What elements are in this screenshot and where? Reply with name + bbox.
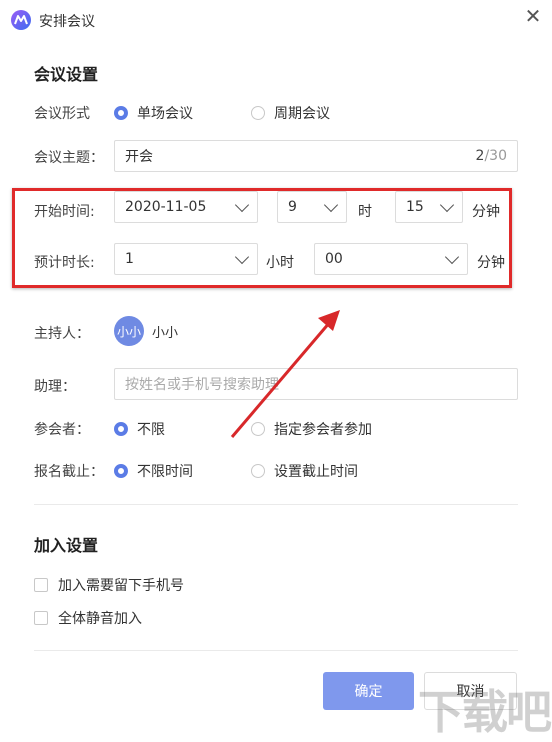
start-minute-select[interactable]: 15 [395,191,463,223]
cancel-button[interactable]: 取消 [424,672,517,710]
radio-participants-specified[interactable]: 指定参会者参加 [251,419,372,439]
checkbox-box [34,611,48,625]
checkbox-box [34,578,48,592]
meeting-type-label: 会议形式 [34,106,90,122]
avatar: 小小 [114,316,144,346]
minutes-unit: 分钟 [477,255,505,271]
section-title-meeting: 会议设置 [34,65,99,84]
topic-label: 会议主题： [34,150,104,166]
radio-single-meeting[interactable]: 单场会议 [114,103,193,123]
radio-dot [114,464,128,478]
radio-deadline-unlimited[interactable]: 不限时间 [114,461,193,481]
chevron-down-icon [439,197,455,212]
window-title: 安排会议 [39,14,95,30]
radio-dot [251,422,265,436]
radio-dot [251,464,265,478]
topic-input[interactable]: 开会 2/30 [114,140,518,172]
close-icon[interactable]: ✕ [522,5,544,27]
host-label: 主持人： [34,326,90,342]
hours-unit: 小时 [266,255,294,271]
radio-dot [114,422,128,436]
divider [34,504,518,505]
deadline-label: 报名截止： [34,464,104,480]
start-time-label: 开始时间: [34,204,95,220]
radio-deadline-custom[interactable]: 设置截止时间 [251,461,358,481]
hour-unit: 时 [358,204,372,220]
confirm-button[interactable]: 确定 [323,672,414,710]
radio-dot [251,106,265,120]
assistant-label: 助理： [34,379,76,395]
section-title-join: 加入设置 [34,536,99,555]
title-bar: 安排会议 ✕ [0,0,552,40]
chevron-down-icon [444,249,460,264]
checkbox-mute-all[interactable]: 全体静音加入 [34,608,142,628]
chevron-down-icon [234,249,250,264]
checkbox-require-phone[interactable]: 加入需要留下手机号 [34,575,184,595]
divider [34,650,518,651]
start-date-select[interactable]: 2020-11-05 [114,191,258,223]
radio-dot [114,106,128,120]
duration-minutes-select[interactable]: 00 [314,243,468,275]
chevron-down-icon [234,197,250,212]
topic-char-count: 2/30 [475,148,507,164]
minute-unit: 分钟 [472,204,500,220]
radio-participants-unlimited[interactable]: 不限 [114,419,165,439]
topic-value: 开会 [125,149,153,165]
host-name: 小小 [152,326,179,341]
duration-hours-select[interactable]: 1 [114,243,258,275]
start-hour-select[interactable]: 9 [277,191,347,223]
radio-recurring-meeting[interactable]: 周期会议 [251,103,330,123]
duration-label: 预计时长: [34,255,95,271]
app-logo-icon [11,10,31,30]
assistant-search-input[interactable]: 按姓名或手机号搜索助理 [114,368,518,400]
chevron-down-icon [323,197,339,212]
participants-label: 参会者： [34,422,90,438]
assistant-placeholder: 按姓名或手机号搜索助理 [125,377,279,393]
